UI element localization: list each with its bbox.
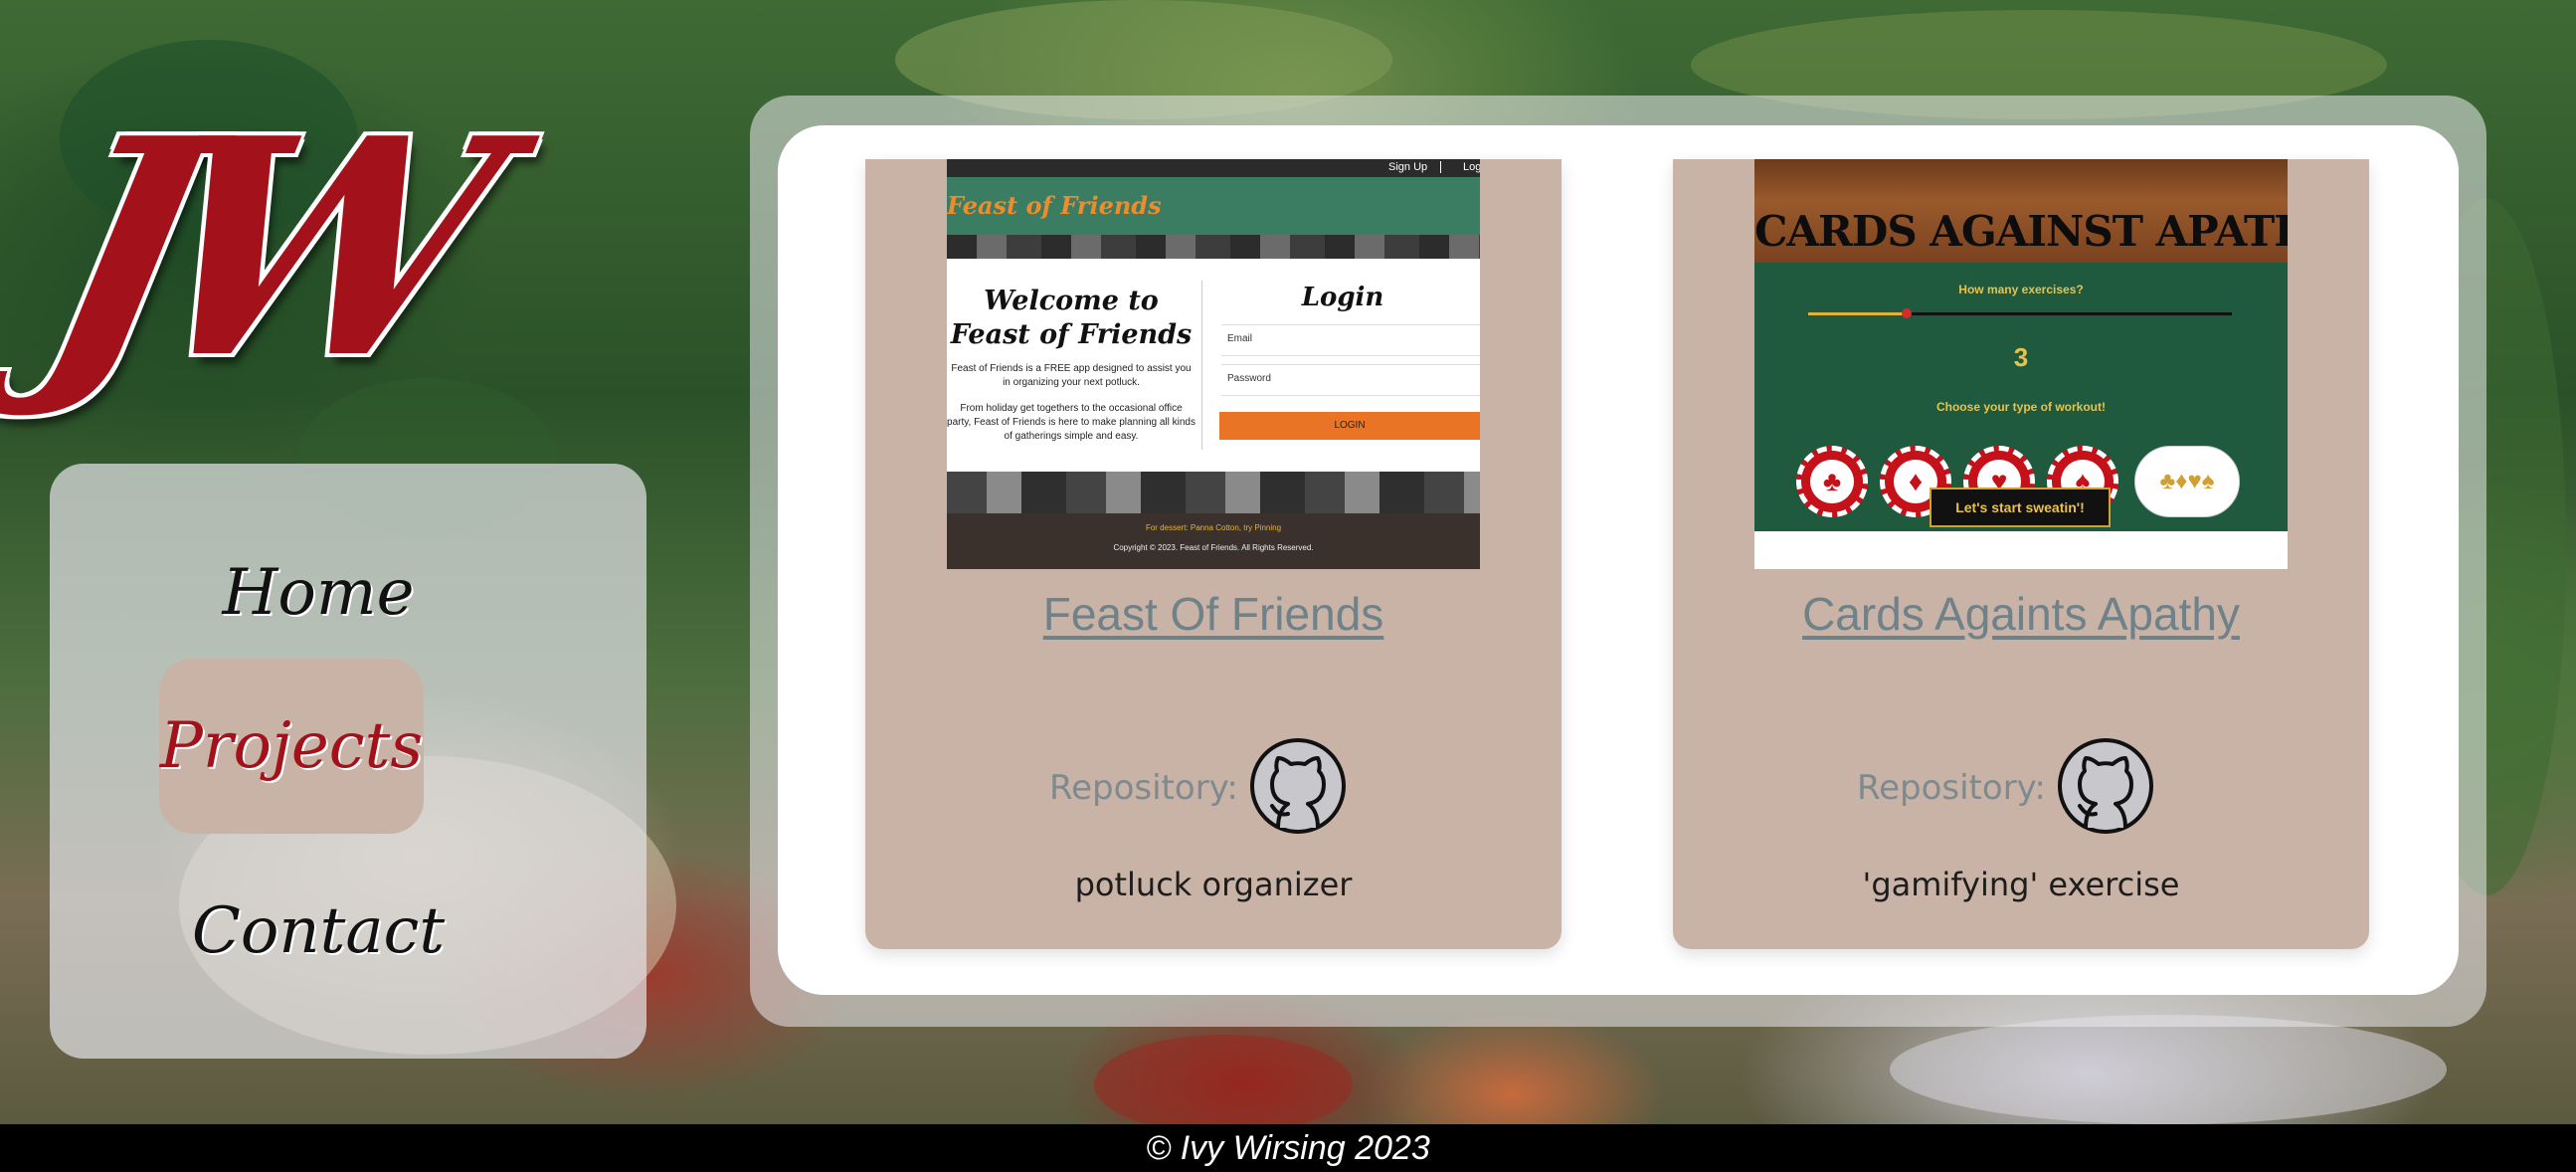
nav-projects-link[interactable]: Projects — [159, 659, 424, 834]
feast-login-button: LOGIN — [1219, 412, 1480, 440]
feast-intro-text: Feast of Friends is a FREE app designed … — [951, 363, 1192, 388]
nav-home-link[interactable]: Home — [189, 523, 448, 663]
project-card-feast: Sign Up Log Feast of Friends Welcome to … — [865, 159, 1562, 949]
feast-password-label: Password — [1227, 373, 1271, 384]
nav-contact-link[interactable]: Contact — [189, 862, 448, 1001]
feast-footer: For dessert: Panna Cotton, try Pinning C… — [947, 513, 1480, 569]
caa-start-button: Let's start sweatin'! — [1930, 488, 2111, 527]
side-nav: Home Projects Contact — [50, 464, 646, 1059]
project-description: 'gamifying' exercise — [1862, 866, 2180, 903]
feast-welcome-heading: Welcome to Feast of Friends — [950, 286, 1193, 350]
project-description: potluck organizer — [1074, 866, 1353, 903]
feast-login-text: Log — [1440, 161, 1480, 173]
feast-intro-text-2: From holiday get togethers to the occasi… — [947, 403, 1196, 442]
github-icon[interactable] — [2056, 736, 2155, 836]
feast-password-field: Password — [1221, 364, 1480, 396]
feast-screenshot[interactable]: Sign Up Log Feast of Friends Welcome to … — [947, 159, 1480, 569]
github-icon[interactable] — [1248, 736, 1348, 836]
caa-question-1: How many exercises? — [1958, 283, 2084, 296]
project-title-link[interactable]: Feast Of Friends — [865, 587, 1562, 641]
feast-login-heading: Login — [1301, 283, 1384, 312]
caa-header: CARDS AGAINST APATHY — [1754, 159, 2288, 263]
feast-topbar: Sign Up Log — [947, 159, 1480, 177]
feast-navbar: Feast of Friends — [947, 177, 1480, 235]
page-footer: © Ivy Wirsing 2023 — [0, 1124, 2576, 1172]
feast-body: Welcome to Feast of Friends Feast of Fri… — [947, 259, 1480, 472]
caa-slider-fill — [1808, 312, 1906, 315]
feast-footer-line2: Copyright © 2023. Feast of Friends. All … — [1113, 543, 1314, 552]
caa-slider-knob — [1902, 308, 1912, 318]
clubs-chip-icon: ♣ — [1796, 446, 1868, 517]
repo-row: Repository: — [865, 736, 1562, 846]
feast-brand: Feast of Friends — [947, 191, 1162, 220]
projects-panel: Sign Up Log Feast of Friends Welcome to … — [778, 125, 2459, 995]
project-card-cards-against-apathy: CARDS AGAINST APATHY How many exercises?… — [1673, 159, 2369, 949]
caa-header-title: CARDS AGAINST APATHY — [1754, 207, 2288, 256]
feast-email-label: Email — [1227, 333, 1253, 344]
caa-exercise-slider — [1808, 308, 2232, 318]
feast-photo-strip — [947, 235, 1480, 259]
repo-row: Repository: — [1673, 736, 2369, 846]
feast-signup-text: Sign Up — [1388, 161, 1428, 173]
feast-email-field: Email — [1221, 324, 1480, 356]
caa-count: 3 — [2013, 342, 2029, 372]
repo-label: Repository: — [1857, 768, 2046, 808]
all-suits-chip-icon: ♣♦♥♠ — [2134, 446, 2240, 517]
repo-label: Repository: — [1049, 768, 1238, 808]
feast-divider — [1201, 281, 1202, 450]
feast-footer-line1: For dessert: Panna Cotton, try Pinning — [1145, 523, 1282, 532]
caa-screenshot[interactable]: CARDS AGAINST APATHY How many exercises?… — [1754, 159, 2288, 569]
jw-logo[interactable]: JW — [18, 73, 622, 424]
feast-photo-strip-2 — [947, 472, 1480, 513]
project-title-link[interactable]: Cards Againts Apathy — [1673, 587, 2369, 641]
caa-question-2: Choose your type of workout! — [1935, 400, 2106, 414]
caa-white-area — [1754, 531, 2288, 569]
